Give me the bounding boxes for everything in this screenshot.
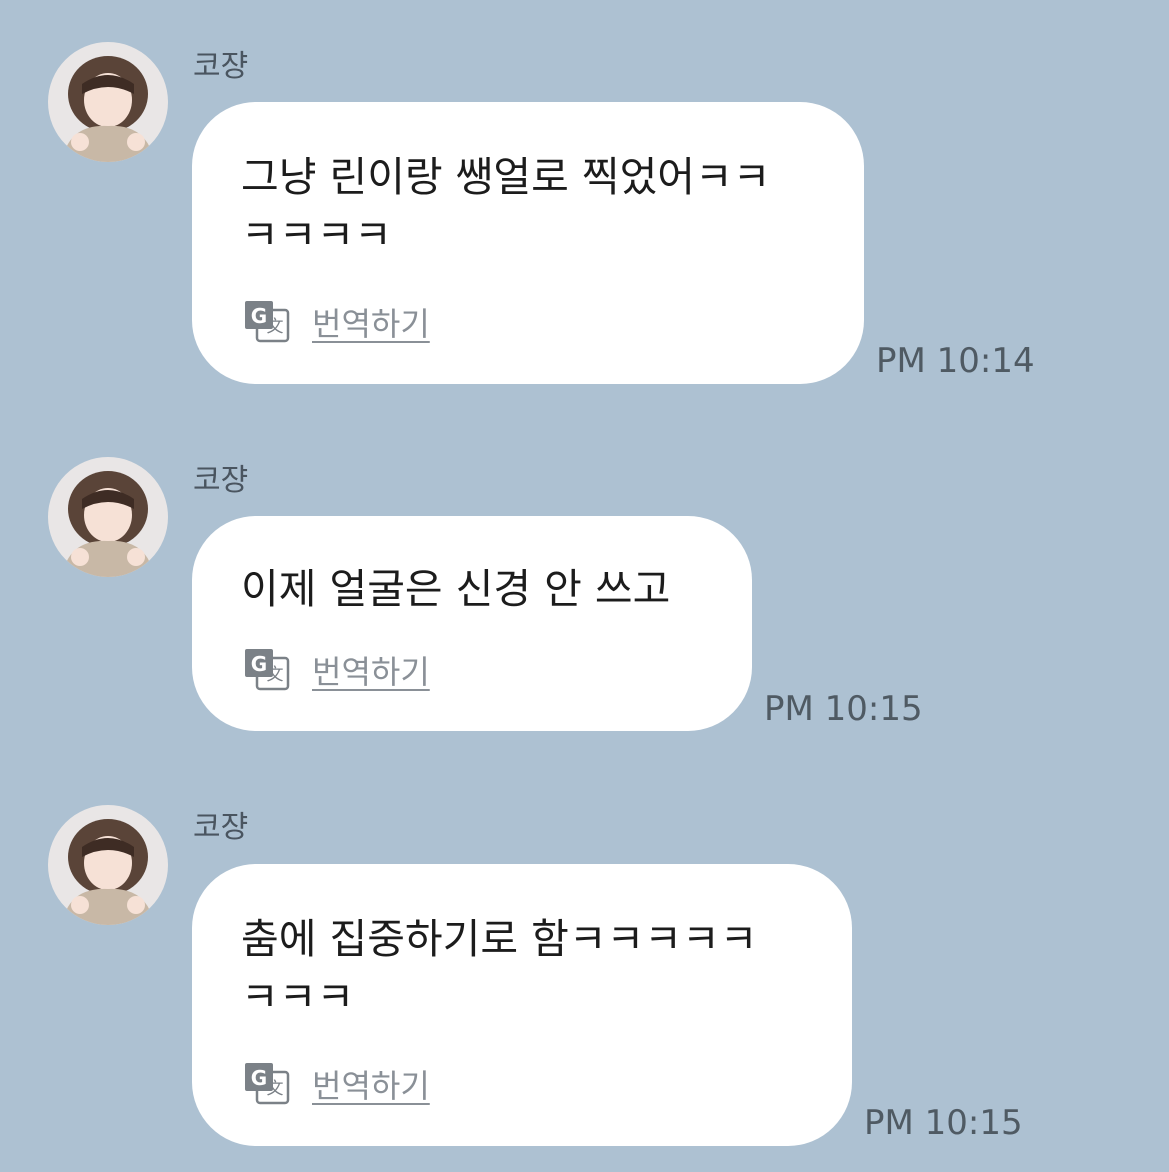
profile-photo-icon xyxy=(48,42,168,162)
message-bubble[interactable]: 그냥 린이랑 쌩얼로 찍었어ㅋㅋ ㅋㅋㅋㅋ 文 G 번역하기 xyxy=(192,102,864,384)
message-bubble[interactable]: 이제 얼굴은 신경 안 쓰고 文 G 번역하기 xyxy=(192,516,752,731)
translate-label: 번역하기 xyxy=(312,653,430,691)
profile-photo-icon xyxy=(48,805,168,925)
message-line: ㅋㅋㅋㅋ xyxy=(241,211,392,259)
google-translate-icon: 文 G xyxy=(245,649,290,691)
translate-label: 번역하기 xyxy=(312,1067,430,1105)
translate-button[interactable]: 文 G 번역하기 xyxy=(244,1061,430,1107)
profile-photo-icon xyxy=(48,457,168,577)
avatar[interactable] xyxy=(48,805,168,925)
avatar[interactable] xyxy=(48,42,168,162)
timestamp: PM 10:15 xyxy=(764,689,923,729)
svg-text:G: G xyxy=(251,652,267,676)
google-translate-icon: 文 G xyxy=(245,301,290,343)
google-translate-icon: 文 G xyxy=(245,1063,290,1105)
timestamp: PM 10:14 xyxy=(876,341,1035,381)
sender-name: 코쟝 xyxy=(193,463,249,498)
timestamp: PM 10:15 xyxy=(864,1103,1023,1143)
svg-text:G: G xyxy=(251,304,267,328)
message-text: 그냥 린이랑 쌩얼로 찍었어ㅋㅋ ㅋㅋㅋㅋ xyxy=(241,148,824,264)
message-text: 춤에 집중하기로 함ㅋㅋㅋㅋㅋ ㅋㅋㅋ xyxy=(241,910,812,1026)
message-line: 춤에 집중하기로 함ㅋㅋㅋㅋㅋ xyxy=(241,915,758,963)
message-line: ㅋㅋㅋ xyxy=(241,973,355,1021)
message-text: 이제 얼굴은 신경 안 쓰고 xyxy=(241,560,712,618)
translate-label: 번역하기 xyxy=(312,305,430,343)
translate-button[interactable]: 文 G 번역하기 xyxy=(244,299,430,345)
message-bubble[interactable]: 춤에 집중하기로 함ㅋㅋㅋㅋㅋ ㅋㅋㅋ 文 G 번역하기 xyxy=(192,864,852,1146)
translate-button[interactable]: 文 G 번역하기 xyxy=(244,647,430,693)
message-line: 그냥 린이랑 쌩얼로 찍었어ㅋㅋ xyxy=(241,153,771,201)
message-line: 이제 얼굴은 신경 안 쓰고 xyxy=(241,565,671,613)
sender-name: 코쟝 xyxy=(193,49,249,84)
avatar[interactable] xyxy=(48,457,168,577)
svg-text:G: G xyxy=(251,1066,267,1090)
sender-name: 코쟝 xyxy=(193,810,249,845)
